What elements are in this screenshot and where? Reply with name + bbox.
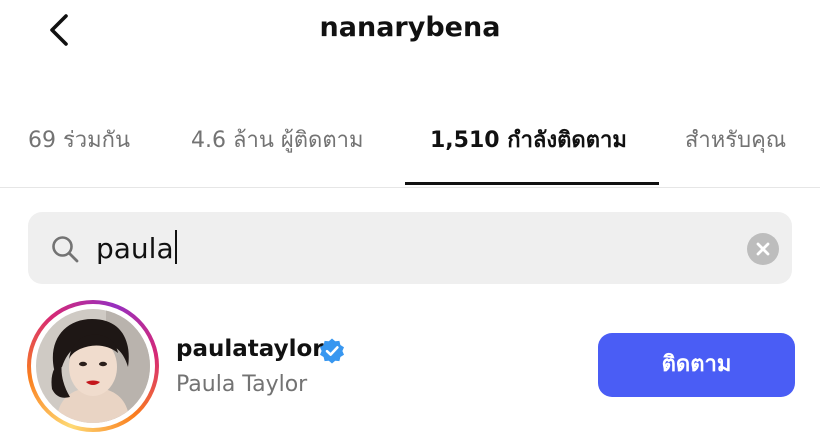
top-bar: nanarybena — [0, 0, 820, 60]
profile-username-title: nanarybena — [319, 12, 501, 43]
search-input[interactable]: paula — [28, 212, 792, 284]
tab-mutual[interactable]: 69 ร่วมกัน — [28, 118, 130, 188]
search-icon — [52, 236, 79, 263]
verified-badge-icon — [320, 338, 344, 364]
tab-following[interactable]: 1,510 กำลังติดตาม — [430, 118, 627, 188]
follow-button[interactable]: ติดตาม — [598, 333, 795, 397]
result-full-name: Paula Taylor — [176, 372, 308, 397]
active-tab-indicator — [405, 182, 659, 185]
user-result-row[interactable]: paulataylor Paula Taylor ติดตาม — [0, 296, 820, 448]
clear-search-button[interactable] — [747, 233, 779, 265]
tab-for-you[interactable]: สำหรับคุณ — [685, 118, 786, 188]
search-query-value: paula — [96, 232, 174, 265]
tab-followers[interactable]: 4.6 ล้าน ผู้ติดตาม — [191, 118, 363, 188]
avatar-photo — [36, 309, 150, 423]
clear-icon — [756, 242, 770, 256]
search-query[interactable]: paula — [96, 230, 177, 267]
avatar[interactable] — [27, 300, 159, 432]
result-username[interactable]: paulataylor — [176, 336, 324, 362]
follow-tabs: 69 ร่วมกัน 4.6 ล้าน ผู้ติดตาม 1,510 กำลั… — [0, 118, 820, 188]
text-caret — [174, 230, 177, 264]
